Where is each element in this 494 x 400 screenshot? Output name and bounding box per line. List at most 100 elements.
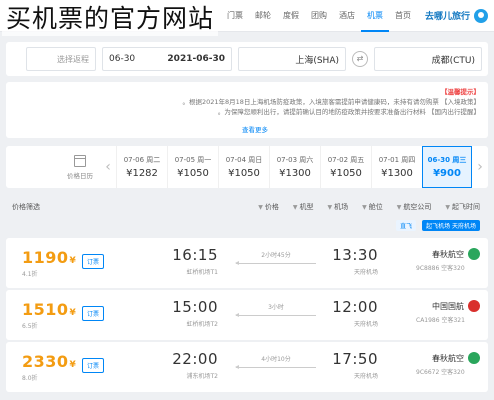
departure-time: 12:00 — [332, 298, 378, 316]
nav-item-groupbuy[interactable]: 团购 — [305, 0, 333, 32]
filter-more[interactable]: 价格筛选 — [12, 202, 40, 212]
departure-airport: 天府机场 — [353, 373, 378, 380]
price-discount: 4.1折 — [22, 271, 38, 278]
departure-info: 13:30 天府机场 — [332, 246, 378, 276]
filter-aircraft[interactable]: 机型▼ — [293, 202, 314, 212]
arrival-time: 15:00 — [172, 298, 218, 316]
book-button[interactable]: 订票 — [82, 306, 105, 321]
flight-price: 2330¥ 8.0折 — [22, 352, 77, 382]
airline-name: 中国国航 — [432, 301, 464, 311]
flight-duration: 2小时45分 — [235, 250, 316, 265]
return-date-field[interactable]: 选择返程 — [26, 47, 96, 71]
arrival-time: 22:00 — [172, 350, 218, 368]
swap-cities-icon[interactable]: ⇄ — [352, 51, 368, 67]
departure-city-value: 成都(CTU) — [431, 55, 475, 66]
arrival-airport: 虹桥机场T2 — [186, 321, 218, 328]
calendar-icon — [74, 154, 86, 167]
date-price-strip: ‹ 06-30 周三 ¥900 07-01 周四 ¥1300 07-02 周五 … — [6, 146, 488, 188]
logo-icon — [474, 8, 488, 23]
filter-cabin[interactable]: 舱位▼ — [362, 202, 383, 212]
notice-line: 【入境政策】 根据2021年8月18日上海机场防疫政策，入境旅客需提前申请健康码… — [182, 98, 480, 106]
departure-time: 17:50 — [332, 350, 378, 368]
filter-price[interactable]: 价格▼ — [258, 202, 279, 212]
departure-date-field[interactable]: 2021-06-30 06-30 — [102, 47, 232, 71]
departure-airport: 天府机场 — [353, 269, 378, 276]
flight-path-arrow-icon — [235, 313, 316, 317]
price-value: 1510 — [22, 300, 69, 319]
price-calendar-label: 价格日历 — [67, 171, 93, 180]
flight-duration: 4小时10分 — [235, 354, 316, 369]
book-button[interactable]: 订票 — [82, 254, 105, 269]
filter-departure-time[interactable]: 起飞时间▼ — [445, 202, 480, 212]
date-cell[interactable]: 07-01 周四 ¥1300 — [371, 146, 422, 188]
nav-item-vacation[interactable]: 度假 — [277, 0, 305, 32]
departure-city-field[interactable]: 成都(CTU) — [374, 47, 482, 71]
date-prev-arrow-icon[interactable]: ‹ — [472, 146, 488, 188]
logo-text: 去哪儿旅行 — [424, 12, 470, 22]
filter-airline[interactable]: 航空公司▼ — [397, 202, 432, 212]
departure-info: 12:00 天府机场 — [332, 298, 378, 328]
flight-path-arrow-icon — [235, 365, 316, 369]
departure-time: 13:30 — [332, 246, 378, 264]
date-cell[interactable]: 07-03 周六 ¥1300 — [269, 146, 320, 188]
flight-price: 1190¥ 4.1折 — [22, 248, 77, 278]
notice-line: 【国内出行提醒】 为保障您顺利出行，请提前确认目的地防疫政策并按要求准备出行材料… — [217, 108, 480, 116]
date-cell[interactable]: 07-06 周二 ¥1282 — [116, 146, 167, 188]
airline-logo-icon — [468, 352, 480, 364]
airline-name: 春秋航空 — [432, 249, 464, 259]
nav-item-flights[interactable]: 机票 — [360, 0, 389, 32]
filter-airport[interactable]: 机场▼ — [328, 202, 349, 212]
airline-name: 春秋航空 — [432, 353, 464, 363]
airline-logo-icon — [468, 248, 480, 260]
flight-number: 9C6672 空客320 — [416, 369, 465, 376]
flight-price: 1510¥ 6.5折 — [22, 300, 77, 330]
site-logo[interactable]: 去哪儿旅行 — [424, 8, 488, 23]
departure-date-value: 2021-06-30 — [167, 54, 225, 64]
nav-item-home[interactable]: 首页 — [389, 0, 417, 32]
flight-number: 9C8886 空客320 — [416, 265, 465, 272]
departure-info: 17:50 天府机场 — [332, 350, 378, 380]
arrival-city-field[interactable]: 上海(SHA) — [238, 47, 346, 71]
book-button[interactable]: 订票 — [82, 358, 105, 373]
flight-card[interactable]: 春秋航空 9C6672 空客320 17:50 天府机场 4小时10分 22:0… — [6, 342, 488, 392]
flight-airline: 春秋航空 9C8886 空客320 — [416, 248, 480, 272]
flight-duration: 3小时 — [235, 302, 316, 317]
active-filter-tag[interactable]: 直飞 — [396, 219, 417, 231]
arrival-info: 16:15 虹桥机场T1 — [172, 246, 218, 276]
flight-path-arrow-icon — [235, 261, 316, 265]
arrival-time: 16:15 — [172, 246, 218, 264]
price-value: 2330 — [22, 352, 69, 371]
headline-caption: 买机票的官方网站 — [2, 2, 219, 36]
flight-card[interactable]: 中国国航 CA1986 空客321 12:00 天府机场 3小时 15:00 虹… — [6, 290, 488, 340]
price-discount: 8.0折 — [22, 375, 38, 382]
nav-item-hotels[interactable]: 酒店 — [333, 0, 361, 32]
return-date-placeholder: 选择返程 — [57, 54, 89, 64]
departure-date-short: 06-30 — [109, 54, 136, 64]
date-next-arrow-icon[interactable]: › — [100, 146, 116, 188]
flight-search-bar: 成都(CTU) ⇄ 上海(SHA) 2021-06-30 06-30 选择返程 — [6, 42, 488, 76]
flight-number: CA1986 空客321 — [416, 317, 465, 324]
arrival-info: 15:00 虹桥机场T2 — [172, 298, 218, 328]
nav-item-cruise[interactable]: 邮轮 — [249, 0, 277, 32]
active-filter-tags: 起飞机场 天府机场 直飞 — [6, 218, 488, 232]
date-cell[interactable]: 06-30 周三 ¥900 — [422, 146, 472, 188]
departure-airport: 天府机场 — [353, 321, 378, 328]
date-cell[interactable]: 07-02 周五 ¥1050 — [320, 146, 371, 188]
price-discount: 6.5折 — [22, 323, 38, 330]
price-calendar-button[interactable]: 价格日历 — [60, 146, 100, 188]
flight-airline: 中国国航 CA1986 空客321 — [416, 300, 480, 324]
arrival-info: 22:00 浦东机场T2 — [172, 350, 218, 380]
notice-more-link[interactable]: 查看更多 — [242, 125, 268, 135]
date-cell[interactable]: 07-05 周一 ¥1050 — [167, 146, 218, 188]
flight-card[interactable]: 春秋航空 9C8886 空客320 13:30 天府机场 2小时45分 16:1… — [6, 238, 488, 288]
travel-notice: 【温馨提示】 【入境政策】 根据2021年8月18日上海机场防疫政策，入境旅客需… — [6, 82, 488, 138]
arrival-airport: 虹桥机场T1 — [186, 269, 218, 276]
date-cell[interactable]: 07-04 周日 ¥1050 — [218, 146, 269, 188]
airline-logo-icon — [468, 300, 480, 312]
price-value: 1190 — [22, 248, 69, 267]
flight-airline: 春秋航空 9C6672 空客320 — [416, 352, 480, 376]
nav-item-tickets[interactable]: 门票 — [221, 0, 249, 32]
arrival-city-value: 上海(SHA) — [295, 55, 339, 66]
active-filter-tag[interactable]: 起飞机场 天府机场 — [422, 219, 480, 231]
arrival-airport: 浦东机场T2 — [186, 373, 218, 380]
